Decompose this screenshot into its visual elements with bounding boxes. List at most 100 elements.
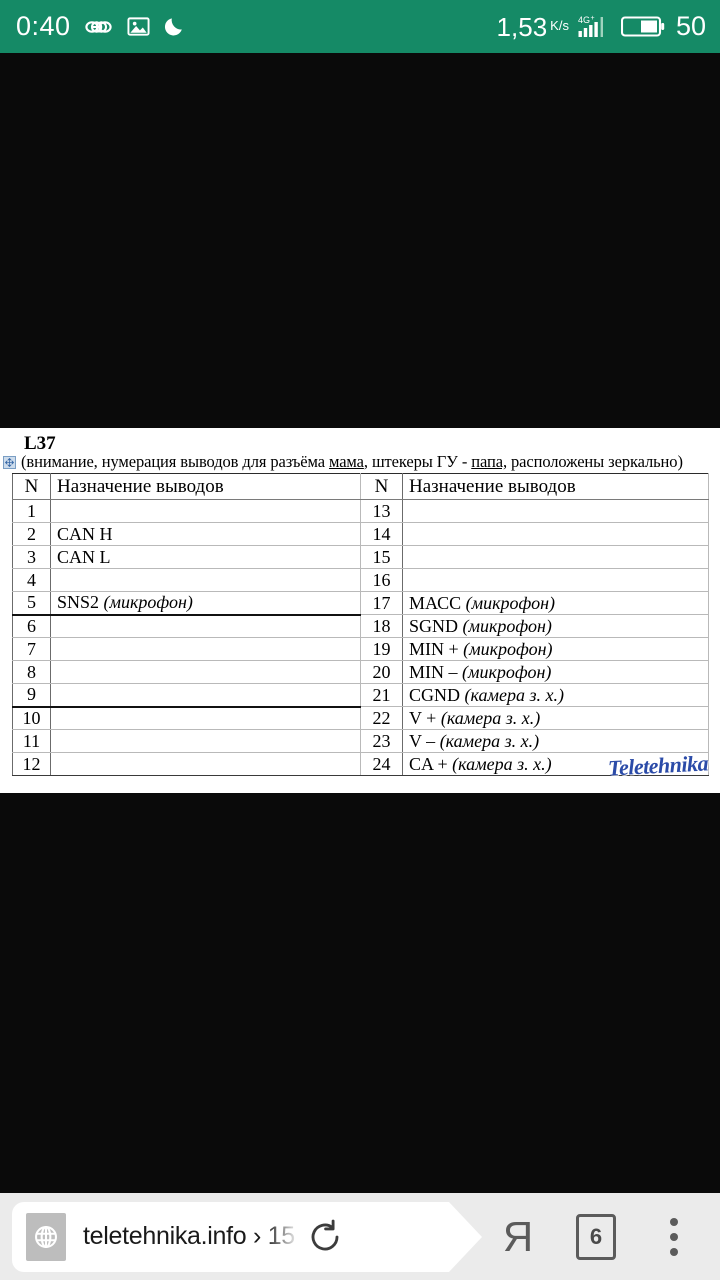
cell-n-right: 13: [360, 499, 403, 523]
network-speed-unit: K/s: [550, 17, 569, 33]
crescent-moon-icon: [163, 15, 185, 38]
subtitle-part-1: (внимание, нумерация выводов для разъёма: [21, 452, 329, 471]
cell-desc-right: MIN + (микрофон): [402, 637, 709, 661]
cell-n-left: 2: [12, 522, 51, 546]
cell-desc-left: [50, 752, 361, 776]
cell-n-right: 17: [360, 591, 403, 615]
cell-desc-left: [50, 568, 361, 592]
image-icon: [127, 15, 150, 38]
cell-n-right: 23: [360, 729, 403, 753]
table-body: 1 13 2 CAN H 14 3 CAN L 15 4 16 5 SNS2 (микрофон) 17…: [12, 499, 709, 776]
cell-desc-right: [402, 522, 709, 546]
table-row: 3 CAN L 15: [12, 545, 709, 569]
subtitle-part-3: расположены зеркально): [506, 452, 683, 471]
cell-desc-left: SNS2 (микрофон): [50, 591, 361, 616]
status-bar-right: 1,53 K/s 4G + 50: [497, 13, 706, 40]
cell-desc-right: [402, 545, 709, 569]
browser-menu-button[interactable]: [638, 1201, 710, 1273]
cell-n-left: 4: [12, 568, 51, 592]
globe-icon: [26, 1212, 66, 1261]
cell-n-left: 6: [12, 614, 51, 638]
cell-desc-left: [50, 706, 361, 730]
browser-bottom-bar: teletehnika.info › 15 Я 6: [0, 1193, 720, 1280]
pin-assignment-table: N Назначение выводов N Назначение выводо…: [12, 473, 709, 776]
cell-desc-right: CA + (камера з. х.): [402, 752, 709, 776]
subtitle-part-2: , штекеры ГУ -: [363, 452, 472, 471]
cell-desc-left: [50, 729, 361, 753]
cell-n-right: 22: [360, 706, 403, 730]
table-header-row: N Назначение выводов N Назначение выводо…: [12, 473, 709, 500]
url-text[interactable]: teletehnika.info › 15: [83, 1222, 295, 1251]
status-bar: 0:40 1,53 K/s 4G + 50: [0, 0, 720, 53]
cell-n-left: 10: [12, 706, 51, 730]
table-header: N Назначение выводов N Назначение выводо…: [12, 473, 709, 500]
cell-desc-right: МАСС (микрофон): [402, 591, 709, 615]
cell-desc-right: SGND (микрофон): [402, 614, 709, 638]
table-row: 4 16: [12, 568, 709, 592]
svg-text:+: +: [590, 15, 594, 22]
cell-desc-left: [50, 637, 361, 661]
battery-percent: 50: [675, 11, 706, 41]
header-desc-left: Назначение выводов: [50, 473, 361, 500]
cell-n-left: 9: [12, 683, 51, 708]
table-row: 8 20 MIN – (микрофон): [12, 660, 709, 684]
cell-n-left: 1: [12, 499, 51, 523]
cell-n-right: 15: [360, 545, 403, 569]
cell-desc-right: V + (камера з. х.): [402, 706, 709, 730]
battery-icon: [620, 15, 665, 38]
address-bar[interactable]: teletehnika.info › 15: [12, 1201, 482, 1272]
cell-n-left: 11: [12, 729, 51, 753]
table-row: 7 19 MIN + (микрофон): [12, 637, 709, 661]
table-row: 11 23 V – (камера з. х.): [12, 729, 709, 753]
cell-desc-left: [50, 499, 361, 523]
cell-desc-left: [50, 614, 361, 638]
cell-desc-right: CGND (камера з. х.): [402, 683, 709, 707]
cell-n-right: 14: [360, 522, 403, 546]
yandex-assistant-button[interactable]: Я: [482, 1201, 554, 1273]
infinity-icon: [84, 17, 114, 37]
page-background-bottom: [0, 793, 720, 1193]
reload-icon[interactable]: [303, 1215, 347, 1259]
signal-bars-icon: 4G +: [578, 14, 612, 40]
table-move-handle-icon: [3, 456, 16, 469]
cell-n-left: 5: [12, 591, 51, 616]
cell-desc-right: [402, 499, 709, 523]
three-dot-menu-icon: [670, 1217, 678, 1256]
table-row: 9 21 CGND (камера з. х.): [12, 683, 709, 708]
table-row: 10 22 V + (камера з. х.): [12, 706, 709, 730]
cell-desc-right: [402, 568, 709, 592]
cell-desc-left: CAN H: [50, 522, 361, 546]
table-row: 6 18 SGND (микрофон): [12, 614, 709, 638]
cell-n-right: 24: [360, 752, 403, 776]
header-desc-right: Назначение выводов: [402, 473, 709, 500]
cell-n-right: 18: [360, 614, 403, 638]
cell-desc-left: [50, 660, 361, 684]
yandex-logo-icon: Я: [502, 1212, 534, 1260]
cell-n-left: 12: [12, 752, 51, 776]
browser-actions: Я 6: [482, 1201, 720, 1273]
cell-n-right: 19: [360, 637, 403, 661]
cell-n-left: 3: [12, 545, 51, 569]
document-subtitle: (внимание, нумерация выводов для разъёма…: [21, 452, 683, 472]
subtitle-underline-2: папа,: [471, 452, 507, 471]
phone-screen: 0:40 1,53 K/s 4G + 50 L37 (внимание, нум…: [0, 0, 720, 1280]
cell-desc-right: MIN – (микрофон): [402, 660, 709, 684]
network-speed-value: 1,53: [496, 11, 548, 42]
table-row: 12 24 CA + (камера з. х.): [12, 752, 709, 776]
cell-n-right: 20: [360, 660, 403, 684]
tab-switcher-button[interactable]: 6: [560, 1201, 632, 1273]
table-row: 1 13: [12, 499, 709, 523]
network-speed: 1,53 K/s: [497, 14, 569, 40]
cell-desc-left: [50, 683, 361, 708]
cell-n-left: 8: [12, 660, 51, 684]
cell-desc-right: V – (камера з. х.): [402, 729, 709, 753]
subtitle-underline-1: мама: [328, 452, 364, 471]
tab-counter: 6: [576, 1213, 616, 1260]
status-clock: 0:40: [16, 11, 71, 41]
header-n-left: N: [12, 473, 51, 500]
svg-text:4G: 4G: [578, 15, 590, 25]
document-image[interactable]: L37 (внимание, нумерация выводов для раз…: [0, 428, 720, 793]
cell-n-right: 16: [360, 568, 403, 592]
table-row: 2 CAN H 14: [12, 522, 709, 546]
cell-n-right: 21: [360, 683, 403, 707]
